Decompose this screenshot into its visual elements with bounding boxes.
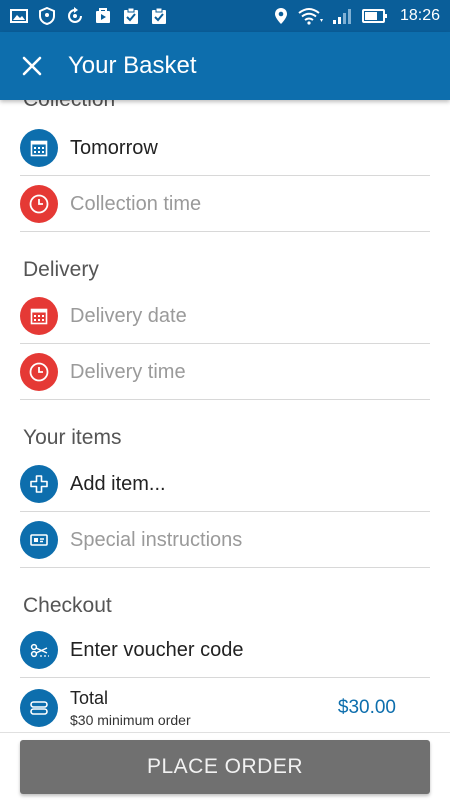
items-section-title: Your items bbox=[23, 426, 122, 449]
notification-icons bbox=[10, 7, 168, 25]
plus-icon bbox=[20, 465, 58, 503]
close-icon bbox=[22, 56, 42, 76]
signal-icon bbox=[332, 9, 351, 24]
sync-icon bbox=[68, 7, 82, 23]
app-bar: Your Basket bbox=[0, 32, 450, 100]
play-store-icon bbox=[96, 8, 110, 23]
money-icon bbox=[20, 689, 58, 727]
voucher-row[interactable]: Enter voucher code bbox=[20, 622, 430, 678]
divider bbox=[20, 231, 430, 232]
location-icon bbox=[274, 8, 287, 24]
add-item-row[interactable]: Add item... bbox=[20, 456, 430, 512]
collection-date-value: Tomorrow bbox=[70, 136, 158, 159]
special-instructions-row[interactable]: Special instructions bbox=[20, 512, 430, 568]
delivery-time-row[interactable]: Delivery time bbox=[20, 344, 430, 400]
delivery-date-row[interactable]: Delivery date bbox=[20, 288, 430, 344]
collection-time-placeholder: Collection time bbox=[70, 192, 202, 215]
battery-icon bbox=[361, 9, 387, 23]
basket-screen: 18:26 Your Basket Collection Tomorrow Co… bbox=[0, 0, 450, 800]
divider bbox=[20, 677, 430, 678]
bottom-bar: PLACE ORDER bbox=[0, 732, 450, 800]
wifi-icon bbox=[298, 8, 323, 25]
divider bbox=[20, 567, 430, 568]
collection-section-title: Collection bbox=[23, 100, 115, 112]
add-item-label: Add item... bbox=[70, 472, 166, 495]
clock-icon bbox=[20, 353, 58, 391]
minimum-order-note: $30 minimum order bbox=[70, 712, 191, 728]
calendar-icon bbox=[20, 129, 58, 167]
collection-date-row[interactable]: Tomorrow bbox=[20, 120, 430, 176]
calendar-icon bbox=[20, 297, 58, 335]
shield-icon bbox=[39, 7, 55, 25]
checkout-section-title: Checkout bbox=[23, 594, 112, 617]
close-button[interactable] bbox=[4, 38, 60, 94]
total-label: Total bbox=[70, 688, 109, 708]
clipboard-check-icon-2 bbox=[152, 7, 166, 24]
clock: 18:26 bbox=[399, 7, 440, 24]
delivery-date-placeholder: Delivery date bbox=[70, 304, 187, 327]
special-instructions-placeholder: Special instructions bbox=[70, 528, 243, 551]
total-amount: $30.00 bbox=[337, 697, 396, 718]
voucher-label: Enter voucher code bbox=[70, 638, 244, 661]
scissors-icon bbox=[20, 631, 58, 669]
system-icons: 18:26 bbox=[272, 7, 440, 25]
place-order-button[interactable]: PLACE ORDER bbox=[20, 740, 430, 794]
clipboard-check-icon bbox=[124, 7, 138, 24]
collection-time-row[interactable]: Collection time bbox=[20, 176, 430, 232]
image-icon bbox=[10, 9, 28, 23]
total-text: Total $30 minimum order bbox=[70, 688, 191, 728]
divider bbox=[20, 399, 430, 400]
page-title: Your Basket bbox=[68, 52, 197, 79]
total-row: Total $30 minimum order $30.00 bbox=[20, 680, 430, 732]
basket-content[interactable]: Collection Tomorrow Collection time Deli… bbox=[0, 100, 450, 732]
delivery-time-placeholder: Delivery time bbox=[70, 360, 186, 383]
note-icon bbox=[20, 521, 58, 559]
status-bar: 18:26 bbox=[0, 0, 450, 32]
delivery-section-title: Delivery bbox=[23, 258, 99, 281]
clock-icon bbox=[20, 185, 58, 223]
